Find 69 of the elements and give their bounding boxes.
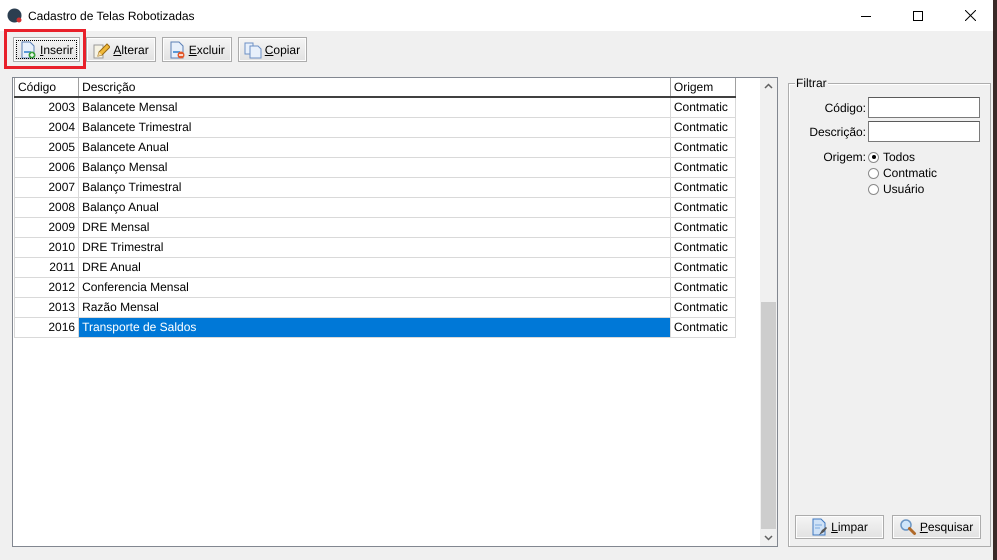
field-label: Origem: [822,149,867,165]
input-field[interactable] [868,121,980,142]
table-cell: Contmatic [670,137,736,157]
table-cell: Contmatic [670,317,736,337]
window-title: Cadastro de Telas Robotizadas [28,8,196,22]
table-cell: Contmatic [670,277,736,297]
scroll-thumb[interactable] [761,302,776,529]
table-cell: 2013 [14,297,79,317]
table-cell: Contmatic [670,257,736,277]
table-cell: Contmatic [670,217,736,237]
table-cell: Contmatic [670,197,736,217]
table-cell: 2011 [14,257,79,277]
table-cell: 2005 [14,137,79,157]
insert-button[interactable]: Inserir [13,37,80,62]
column-header[interactable]: Descrição [78,78,670,97]
input-field[interactable] [868,97,980,118]
copy-icon [244,40,262,58]
table-cell: Razão Mensal [78,297,670,317]
table-cell: Balanço Mensal [78,157,670,177]
table-cell: 2009 [14,217,79,237]
table-cell: 2016 [14,317,79,337]
radio-button[interactable] [868,152,879,162]
table-cell: 2003 [14,97,79,117]
remove-document-icon [168,40,186,58]
table-cell: Balanço Anual [78,197,670,217]
table-cell: Balancete Trimestral [78,117,670,137]
table-cell: 2007 [14,177,79,197]
search-icon [898,518,917,536]
field-label: Descrição: [808,124,867,138]
scrollbar[interactable] [760,78,777,546]
table-cell: Contmatic [670,97,736,117]
clear-button[interactable]: Limpar [795,515,884,539]
table-cell: Balancete Anual [78,137,670,157]
delete-button[interactable]: Excluir [162,37,232,62]
edit-button[interactable]: Alterar [86,37,156,62]
app-logo-icon [7,8,22,23]
radio-button[interactable] [868,184,879,194]
table-cell: Transporte de Saldos [78,317,670,337]
radio-button[interactable] [868,168,879,178]
table-cell: Contmatic [670,297,736,317]
table-cell: Balanço Trimestral [78,177,670,197]
table-cell: 2004 [14,117,79,137]
pencil-icon [92,40,110,58]
table-cell: DRE Anual [78,257,670,277]
table-cell: Balancete Mensal [78,97,670,117]
table-cell: DRE Trimestral [78,237,670,257]
table-cell: 2008 [14,197,79,217]
radio-label[interactable]: Todos [883,150,916,164]
group-title: Filtrar [795,76,828,90]
table-cell: 2010 [14,237,79,257]
field-label: Código: [824,100,867,114]
add-document-icon [19,40,37,58]
table-cell: Contmatic [670,177,736,197]
table-cell: Contmatic [670,157,736,177]
radio-label[interactable]: Contmatic [883,166,938,180]
radio-label[interactable]: Usuário [883,182,924,196]
table-cell: 2006 [14,157,79,177]
table-cell: 2012 [14,277,79,297]
table-cell: Contmatic [670,117,736,137]
maximize-icon [913,10,923,20]
table-cell: Conferencia Mensal [78,277,670,297]
document-brush-icon [810,518,828,536]
table-cell: Contmatic [670,237,736,257]
search-button[interactable]: Pesquisar [892,515,981,539]
close-icon [964,10,976,21]
column-header[interactable]: Origem [670,78,736,97]
table-cell: DRE Mensal [78,217,670,237]
column-header[interactable]: Código [14,78,79,97]
copy-button[interactable]: Copiar [238,37,308,62]
